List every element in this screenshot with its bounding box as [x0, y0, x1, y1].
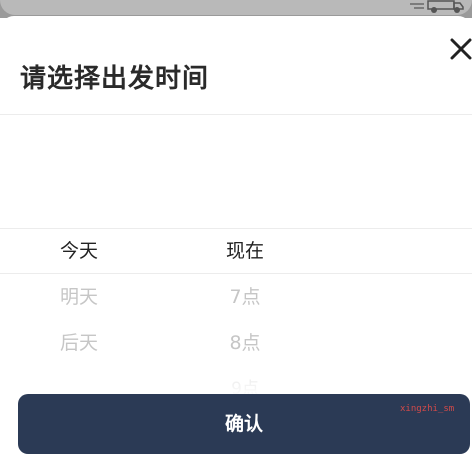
day-option-day-after[interactable]: 后天 [19, 320, 139, 366]
day-option-tomorrow[interactable]: 明天 [19, 274, 139, 320]
time-option-now[interactable]: 现在 [185, 228, 305, 274]
time-option-7[interactable]: 7点 [185, 274, 305, 320]
watermark-text: xingzhi_sm [400, 404, 455, 414]
time-picker-sheet: 请选择出发时间 今天 明天 后天 现在 7点 8点 9点 [0, 16, 472, 437]
sheet-title: 请选择出发时间 [20, 64, 210, 94]
title-divider [0, 114, 472, 115]
truck-icon [410, 0, 464, 13]
day-picker-column[interactable]: 今天 明天 后天 [19, 228, 139, 366]
time-option-8[interactable]: 8点 [185, 320, 305, 366]
close-icon[interactable] [450, 38, 472, 60]
day-option-today[interactable]: 今天 [19, 228, 139, 274]
backdrop-card [0, 0, 472, 15]
confirm-button[interactable]: 确认 [18, 394, 470, 454]
